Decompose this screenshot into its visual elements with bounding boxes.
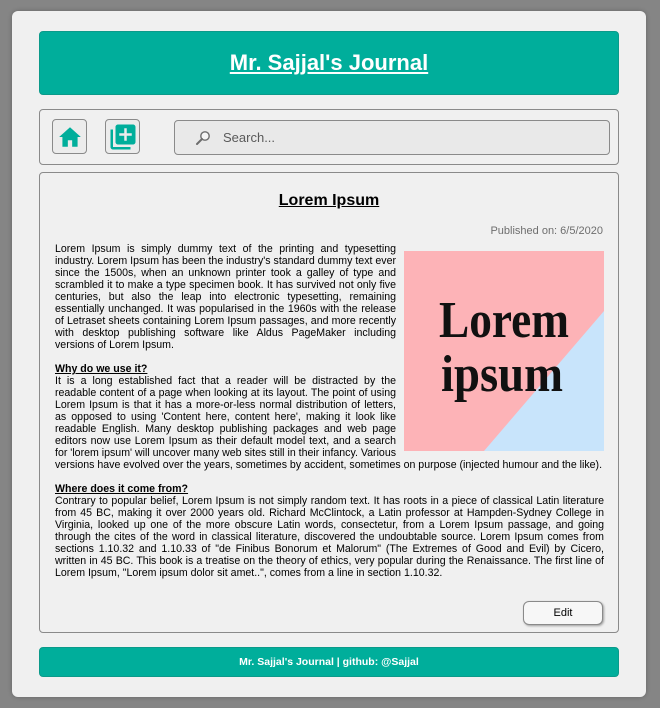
image-text-line2: ipsum xyxy=(441,346,563,403)
article-card: Lorem Ipsum Published on: 6/5/2020 Lorem… xyxy=(39,172,619,633)
footer: Mr. Sajjal's Journal | github: @Sajjal xyxy=(39,647,619,677)
header-banner: Mr. Sajjal's Journal xyxy=(39,31,619,95)
search-input[interactable] xyxy=(223,130,583,145)
site-title[interactable]: Mr. Sajjal's Journal xyxy=(230,50,428,76)
article-image: Lorem ipsum xyxy=(404,251,604,451)
app-window: Mr. Sajjal's Journal Search... Lorem Ips… xyxy=(12,11,646,697)
home-icon xyxy=(57,124,83,150)
footer-text: Mr. Sajjal's Journal | github: @Sajjal xyxy=(239,656,419,668)
edit-button[interactable]: Edit xyxy=(523,601,603,625)
toolbar xyxy=(39,109,619,165)
article-title: Lorem Ipsum xyxy=(278,192,380,209)
published-date: Published on: 6/5/2020 xyxy=(490,225,603,237)
search-icon xyxy=(195,130,211,146)
home-button[interactable] xyxy=(52,119,87,154)
add-note-icon xyxy=(108,122,138,152)
search-box[interactable] xyxy=(174,120,610,155)
section-text-where: Contrary to popular belief, Lorem Ipsum … xyxy=(55,495,604,579)
add-note-button[interactable] xyxy=(105,119,140,154)
section-heading-where: Where does it come from? xyxy=(55,483,189,495)
article-body: Lorem ipsum Lorem Ipsum is simply dummy … xyxy=(55,243,604,579)
image-text-line1: Lorem xyxy=(439,292,569,349)
